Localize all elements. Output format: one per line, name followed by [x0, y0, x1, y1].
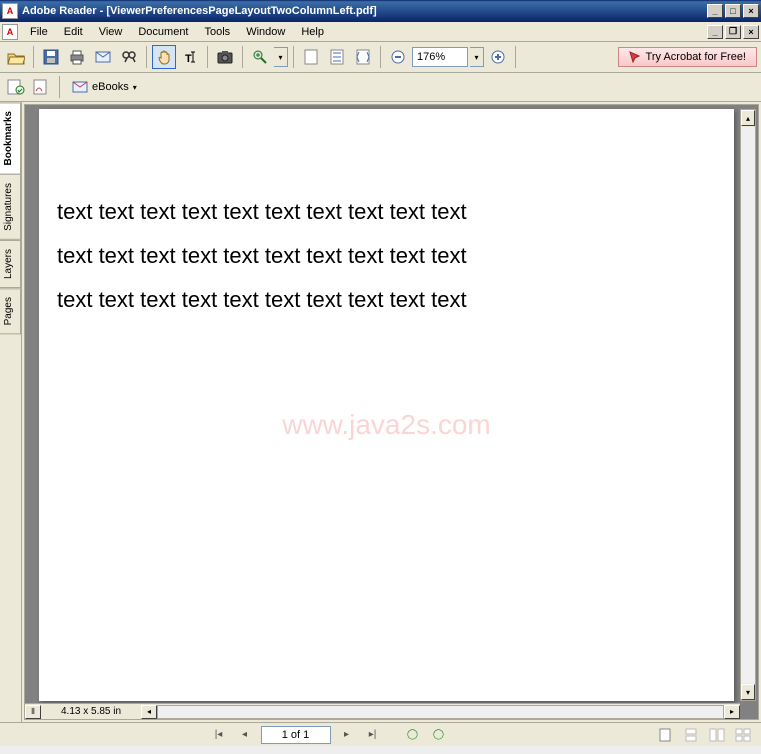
maximize-button[interactable]: □	[725, 4, 741, 18]
workspace: Bookmarks Signatures Layers Pages text t…	[0, 102, 761, 722]
menu-view[interactable]: View	[91, 24, 131, 40]
hand-tool-button[interactable]	[152, 45, 176, 69]
tab-pages[interactable]: Pages	[0, 288, 21, 334]
page-dimensions: 4.13 x 5.85 in	[41, 706, 141, 717]
scroll-up-button[interactable]: ▴	[741, 110, 755, 126]
ebooks-label: eBooks	[92, 81, 129, 93]
continuous-view-button[interactable]	[681, 726, 701, 744]
hscroll-track[interactable]	[157, 705, 724, 719]
try-acrobat-button[interactable]: Try Acrobat for Free!	[618, 47, 757, 67]
prev-page-button[interactable]: ◂	[235, 726, 255, 744]
title-bar: A Adobe Reader - [ViewerPreferencesPageL…	[0, 0, 761, 22]
mdi-minimize-button[interactable]: _	[707, 25, 723, 39]
next-page-button[interactable]: ▸	[337, 726, 357, 744]
menu-tools[interactable]: Tools	[197, 24, 239, 40]
window-title: Adobe Reader - [ViewerPreferencesPageLay…	[22, 5, 705, 17]
tab-signatures[interactable]: Signatures	[0, 174, 21, 240]
app-icon: A	[2, 3, 18, 19]
tab-bookmarks[interactable]: Bookmarks	[0, 102, 21, 174]
navigation-panel: Bookmarks Signatures Layers Pages	[0, 102, 22, 722]
menu-window[interactable]: Window	[238, 24, 293, 40]
mdi-close-button[interactable]: ×	[743, 25, 759, 39]
chevron-down-icon: ▾	[133, 83, 137, 92]
last-page-button[interactable]: ▸|	[363, 726, 383, 744]
svg-text:T: T	[185, 53, 192, 65]
hscroll-right-button[interactable]: ▸	[724, 705, 740, 719]
hscroll-left-button[interactable]: ◂	[141, 705, 157, 719]
watermark: www.java2s.com	[282, 409, 491, 441]
first-page-button[interactable]: |◂	[209, 726, 229, 744]
text-line: text text text text text text text text …	[57, 243, 716, 269]
menu-edit[interactable]: Edit	[56, 24, 91, 40]
toolbar-main: T ▾ 176% ▾ Try Acrobat for Free!	[0, 42, 761, 73]
fit-page-button[interactable]	[325, 45, 349, 69]
close-button[interactable]: ×	[743, 4, 759, 18]
zoom-out-button[interactable]	[386, 45, 410, 69]
scroll-down-button[interactable]: ▾	[741, 684, 755, 700]
ebooks-icon	[72, 80, 88, 94]
menu-file[interactable]: File	[22, 24, 56, 40]
zoom-dropdown[interactable]: ▾	[274, 47, 288, 67]
snapshot-button[interactable]	[213, 45, 237, 69]
search-button[interactable]	[117, 45, 141, 69]
doc-icon: A	[2, 24, 18, 40]
page: text text text text text text text text …	[39, 109, 734, 701]
save-button[interactable]	[39, 45, 63, 69]
horizontal-scrollbar: ⦀ 4.13 x 5.85 in ◂ ▸	[25, 703, 740, 719]
tab-layers[interactable]: Layers	[0, 240, 21, 288]
single-page-view-button[interactable]	[655, 726, 675, 744]
menu-document[interactable]: Document	[130, 24, 196, 40]
scroll-track[interactable]	[741, 127, 755, 683]
page-number-field[interactable]: 1 of 1	[261, 726, 331, 744]
review-button[interactable]	[4, 75, 28, 99]
hscroll-grip[interactable]: ⦀	[25, 705, 41, 719]
text-select-button[interactable]: T	[178, 45, 202, 69]
toolbar-secondary: eBooks ▾	[0, 73, 761, 102]
menu-bar: A File Edit View Document Tools Window H…	[0, 22, 761, 42]
facing-view-button[interactable]	[707, 726, 727, 744]
back-button[interactable]: ◯	[403, 726, 423, 744]
document-area[interactable]: text text text text text text text text …	[24, 104, 759, 720]
cursor-icon	[629, 51, 641, 63]
status-bar: |◂ ◂ 1 of 1 ▸ ▸| ◯ ◯	[0, 722, 761, 746]
continuous-facing-view-button[interactable]	[733, 726, 753, 744]
vertical-scrollbar[interactable]: ▴ ▾	[740, 109, 756, 701]
forward-button[interactable]: ◯	[429, 726, 449, 744]
text-line: text text text text text text text text …	[57, 287, 716, 313]
open-button[interactable]	[4, 45, 28, 69]
mdi-restore-button[interactable]: ❐	[725, 25, 741, 39]
zoom-in-button[interactable]	[248, 45, 272, 69]
sign-button[interactable]	[30, 75, 54, 99]
email-button[interactable]	[91, 45, 115, 69]
zoom-field[interactable]: 176%	[412, 47, 468, 67]
promo-label: Try Acrobat for Free!	[646, 51, 746, 63]
menu-help[interactable]: Help	[293, 24, 332, 40]
fit-width-button[interactable]	[351, 45, 375, 69]
print-button[interactable]	[65, 45, 89, 69]
actual-size-button[interactable]	[299, 45, 323, 69]
zoom-plus-button[interactable]	[486, 45, 510, 69]
text-line: text text text text text text text text …	[57, 199, 716, 225]
minimize-button[interactable]: _	[707, 4, 723, 18]
ebooks-button[interactable]: eBooks ▾	[65, 77, 144, 97]
zoom-level-dropdown[interactable]: ▾	[470, 47, 484, 67]
